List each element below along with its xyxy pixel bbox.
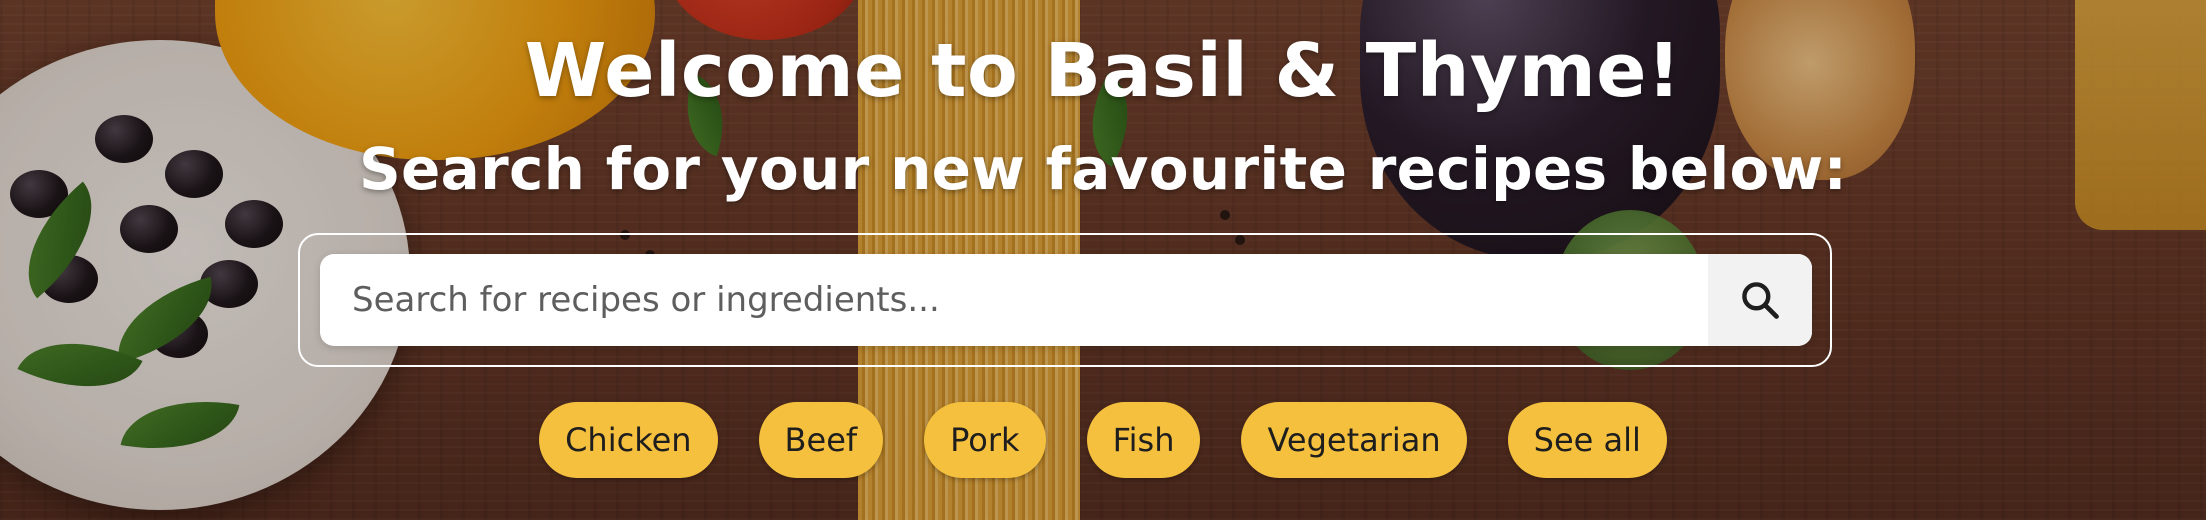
category-chip-pork[interactable]: Pork: [924, 402, 1046, 478]
category-chip-see-all[interactable]: See all: [1507, 402, 1667, 478]
hero-banner: Welcome to Basil & Thyme! Search for you…: [0, 0, 2206, 520]
search-input[interactable]: [320, 254, 1708, 346]
category-chip-beef[interactable]: Beef: [758, 402, 884, 478]
category-chips: Chicken Beef Pork Fish Vegetarian See al…: [0, 402, 2206, 478]
page-title: Welcome to Basil & Thyme!: [524, 28, 1682, 114]
search-bar: [320, 254, 1812, 346]
category-chip-chicken[interactable]: Chicken: [539, 402, 718, 478]
search-icon: [1742, 282, 1779, 319]
category-chip-vegetarian[interactable]: Vegetarian: [1241, 402, 1467, 478]
page-subtitle: Search for your new favourite recipes be…: [358, 135, 1848, 203]
category-chip-fish[interactable]: Fish: [1086, 402, 1201, 478]
search-button[interactable]: [1708, 254, 1812, 346]
